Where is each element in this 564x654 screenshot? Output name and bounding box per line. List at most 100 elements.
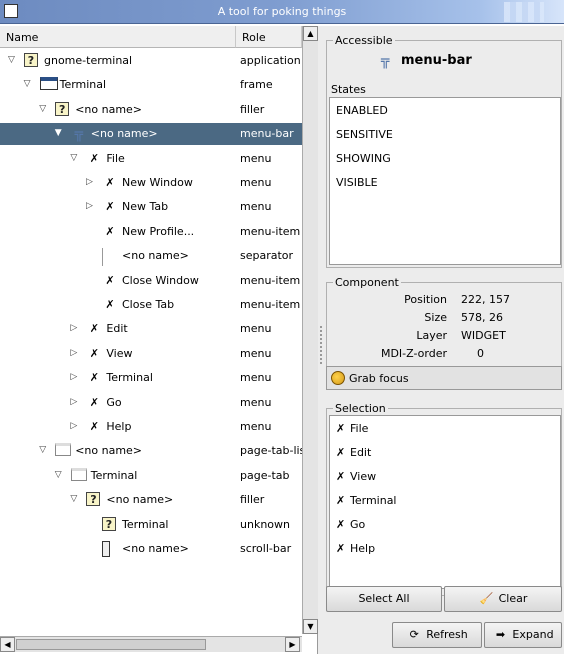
tree-row[interactable]: ✗ Close Tab menu-item	[0, 294, 302, 316]
page-tab-icon	[55, 443, 72, 457]
tree-row[interactable]: ▽ Terminal frame	[0, 74, 302, 96]
mdi-z-order-label: MDI-Z-order	[380, 347, 447, 360]
state-item: SENSITIVE	[336, 128, 393, 141]
expander-icon[interactable]: ▷	[86, 177, 96, 189]
tree-row[interactable]: ▽ ✗ File menu	[0, 148, 302, 170]
tree-row[interactable]: ▷ ✗ View menu	[0, 343, 302, 365]
horizontal-scroll-thumb[interactable]	[16, 639, 206, 650]
tree-row[interactable]: ▷ ✗ New Tab menu	[0, 196, 302, 218]
selection-item[interactable]: ✗ Terminal	[336, 494, 397, 507]
tree-row[interactable]: ▷ ✗ Go menu	[0, 392, 302, 414]
pin-icon: ✗	[105, 298, 115, 311]
tree-row-name: gnome-terminal	[44, 54, 133, 67]
selection-item[interactable]: ✗ Go	[336, 518, 365, 531]
expander-icon[interactable]: ▽	[8, 55, 18, 67]
state-item: VISIBLE	[336, 176, 378, 189]
pin-icon: ✗	[89, 151, 99, 165]
selection-item[interactable]: ✗ View	[336, 470, 376, 483]
tree-row[interactable]: ✗ Close Window menu-item	[0, 270, 302, 292]
pin-icon: ✗	[105, 200, 115, 214]
tree-row-name: Terminal	[106, 371, 153, 385]
tree-row-name: <no name>	[106, 493, 174, 507]
splitter-grip-icon[interactable]	[320, 326, 322, 366]
expander-icon[interactable]: ▷	[86, 201, 96, 213]
selection-item[interactable]: ✗ Help	[336, 542, 375, 555]
accessible-name: menu-bar	[401, 53, 472, 68]
tree-row-name: Terminal	[59, 78, 107, 92]
tree-row[interactable]: ▽? <no name> filler	[0, 99, 302, 121]
tree-row[interactable]: ▽ <no name> page-tab-list	[0, 440, 302, 462]
tree-row[interactable]: ▼ ╦ <no name> menu-bar	[0, 123, 302, 146]
clear-label: Clear	[498, 592, 528, 605]
pin-icon: ✗	[105, 176, 115, 189]
scroll-up-icon[interactable]: ▲	[303, 26, 318, 41]
tree-row[interactable]: ✗ New Profile... menu-item	[0, 221, 302, 243]
tree-row[interactable]: ▽? gnome-terminal application	[0, 50, 302, 72]
window-title: A tool for poking things	[217, 5, 347, 18]
scroll-left-icon[interactable]: ◀	[0, 637, 15, 652]
tree-row[interactable]: ▷ ✗ Edit menu	[0, 318, 302, 340]
expander-icon[interactable]: ▽	[39, 445, 49, 457]
tree-row[interactable]: <no name> scroll-bar	[0, 538, 302, 560]
tree-row-role: menu-item	[240, 298, 301, 311]
vertical-scrollbar[interactable]: ▲ ▼	[302, 26, 318, 634]
tree-row[interactable]: ▽? <no name> filler	[0, 489, 302, 511]
size-value: 578, 26	[461, 311, 503, 324]
expander-icon[interactable]: ▷	[70, 421, 80, 433]
expand-button[interactable]: ➡ Expand	[484, 622, 562, 648]
pin-icon: ✗	[105, 273, 115, 287]
expander-icon[interactable]: ▷	[70, 348, 80, 360]
tree-row[interactable]: ▷ ✗ Help menu	[0, 416, 302, 438]
tree-row[interactable]: ? Terminal unknown	[0, 514, 302, 536]
tree-row-name: Terminal	[90, 468, 138, 482]
selection-legend: Selection	[333, 402, 388, 415]
scroll-down-icon[interactable]: ▼	[303, 619, 318, 634]
pin-icon: ✗	[105, 224, 115, 238]
tree-row-name: Help	[106, 420, 132, 433]
scroll-right-icon[interactable]: ▶	[285, 637, 300, 652]
unknown-icon: ?	[86, 492, 101, 507]
expander-icon[interactable]: ▷	[70, 397, 80, 409]
selection-item-label: Edit	[350, 446, 372, 459]
expander-icon[interactable]: ▽	[70, 153, 80, 165]
expander-icon[interactable]: ▽	[24, 79, 34, 91]
tree-row-name: <no name>	[122, 249, 189, 263]
selection-item[interactable]: ✗ Edit	[336, 446, 371, 459]
horizontal-scrollbar[interactable]: ◀ ▶	[0, 636, 302, 652]
tree-row-role: page-tab-list	[240, 444, 302, 458]
pin-icon: ✗	[336, 470, 346, 483]
tree-row-name: View	[106, 346, 133, 360]
menu-bar-icon: ╦	[381, 53, 390, 69]
expander-icon[interactable]: ▷	[70, 323, 80, 335]
tree-row-name: <no name>	[75, 444, 143, 458]
grab-focus-button[interactable]: Grab focus	[326, 366, 562, 390]
refresh-button[interactable]: ⟳ Refresh	[392, 622, 482, 648]
tree-row-role: menu-item	[240, 224, 301, 238]
select-all-button[interactable]: Select All	[326, 586, 442, 612]
tree-row[interactable]: ▽ Terminal page-tab	[0, 465, 302, 487]
selection-item-label: Terminal	[350, 494, 397, 507]
selection-item[interactable]: ✗ File	[336, 422, 368, 435]
expander-icon[interactable]: ▽	[39, 104, 49, 116]
tree-row-role: application	[240, 54, 301, 67]
tree-row-name: Close Window	[122, 273, 199, 287]
pin-icon: ✗	[336, 518, 346, 531]
tree-row-role: filler	[240, 493, 265, 507]
expander-icon[interactable]: ▷	[70, 372, 80, 384]
tree-row[interactable]: ▷ ✗ New Window menu	[0, 172, 302, 194]
layer-label: Layer	[416, 329, 447, 342]
grab-focus-label: Grab focus	[349, 372, 409, 385]
tree-row[interactable]: <no name> separator	[0, 245, 302, 267]
column-header-name[interactable]: Name	[0, 26, 236, 48]
expander-icon[interactable]: ▽	[70, 494, 80, 506]
clear-button[interactable]: 🧹 Clear	[444, 586, 562, 612]
component-legend: Component	[333, 276, 401, 289]
expander-icon[interactable]: ▼	[55, 128, 65, 140]
tree-row[interactable]: ▷ ✗ Terminal menu	[0, 367, 302, 389]
pin-icon: ✗	[89, 371, 99, 385]
expander-icon[interactable]: ▽	[55, 470, 65, 482]
tree-row-role: page-tab	[240, 468, 290, 482]
tree-row-role: menu	[240, 346, 272, 360]
column-header-role[interactable]: Role	[236, 26, 302, 48]
frame-icon	[39, 77, 58, 91]
